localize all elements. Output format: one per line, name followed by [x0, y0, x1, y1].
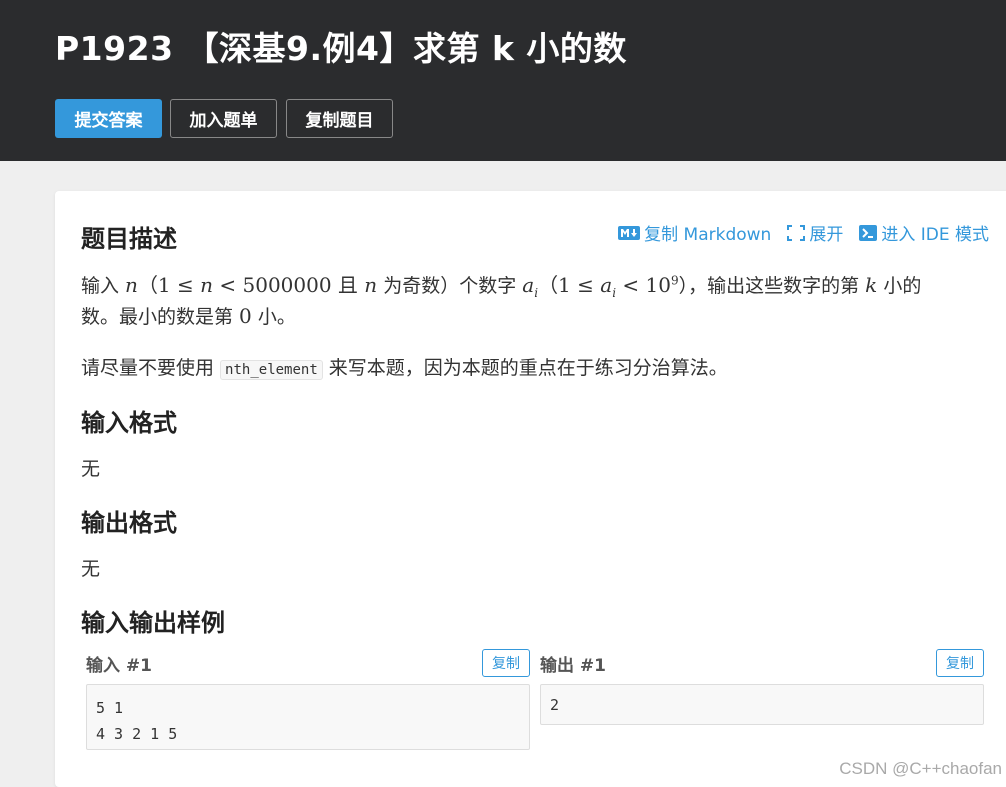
samples-heading: 输入输出样例	[81, 609, 225, 637]
copy-markdown-label: 复制 Markdown	[644, 225, 772, 245]
problem-header: P1923 【深基9.例4】求第 k 小的数 提交答案 加入题单 复制题目	[0, 0, 1006, 161]
expand-label: 展开	[809, 225, 844, 245]
problem-card: 题目描述 复制 Markdown 展开 进入 IDE 模式 输入 n（1 ≤ n…	[55, 191, 1006, 787]
output-format-heading: 输出格式	[81, 509, 177, 537]
terminal-icon	[859, 224, 878, 241]
output-format-text: 无	[81, 558, 101, 580]
description-line-2: 数。最小的数是第 0 小。	[81, 304, 296, 328]
expand-icon	[787, 224, 806, 241]
copy-markdown-button[interactable]: 复制 Markdown	[618, 220, 771, 245]
copy-input-button[interactable]: 复制	[482, 649, 530, 677]
copy-problem-button[interactable]: 复制题目	[286, 99, 393, 138]
description-line-1: 输入 n（1 ≤ n < 5000000 且 n 为奇数）个数字 ai（1 ≤ …	[81, 273, 922, 300]
sample-output-box: 2	[540, 684, 984, 725]
inline-code: nth_element	[220, 360, 323, 380]
sample-input-label: 输入 #1	[86, 656, 152, 676]
add-to-list-button[interactable]: 加入题单	[170, 99, 277, 138]
input-format-heading: 输入格式	[81, 409, 177, 437]
problem-title: P1923 【深基9.例4】求第 k 小的数	[55, 29, 627, 68]
input-format-text: 无	[81, 458, 101, 480]
copy-output-button[interactable]: 复制	[936, 649, 984, 677]
sample-input-box: 5 1 4 3 2 1 5	[86, 684, 530, 750]
sample-output-label: 输出 #1	[540, 656, 606, 676]
description-line-3: 请尽量不要使用 nth_element 来写本题，因为本题的重点在于练习分治算法…	[81, 357, 728, 380]
description-heading: 题目描述	[81, 225, 177, 253]
submit-answer-button[interactable]: 提交答案	[55, 99, 162, 138]
ide-mode-label: 进入 IDE 模式	[881, 225, 989, 245]
expand-button[interactable]: 展开	[787, 220, 843, 245]
markdown-icon	[618, 225, 641, 240]
watermark: CSDN @C++chaofan	[839, 759, 1002, 778]
ide-mode-button[interactable]: 进入 IDE 模式	[859, 220, 989, 245]
problem-toolbar: 复制 Markdown 展开 进入 IDE 模式	[618, 220, 989, 245]
